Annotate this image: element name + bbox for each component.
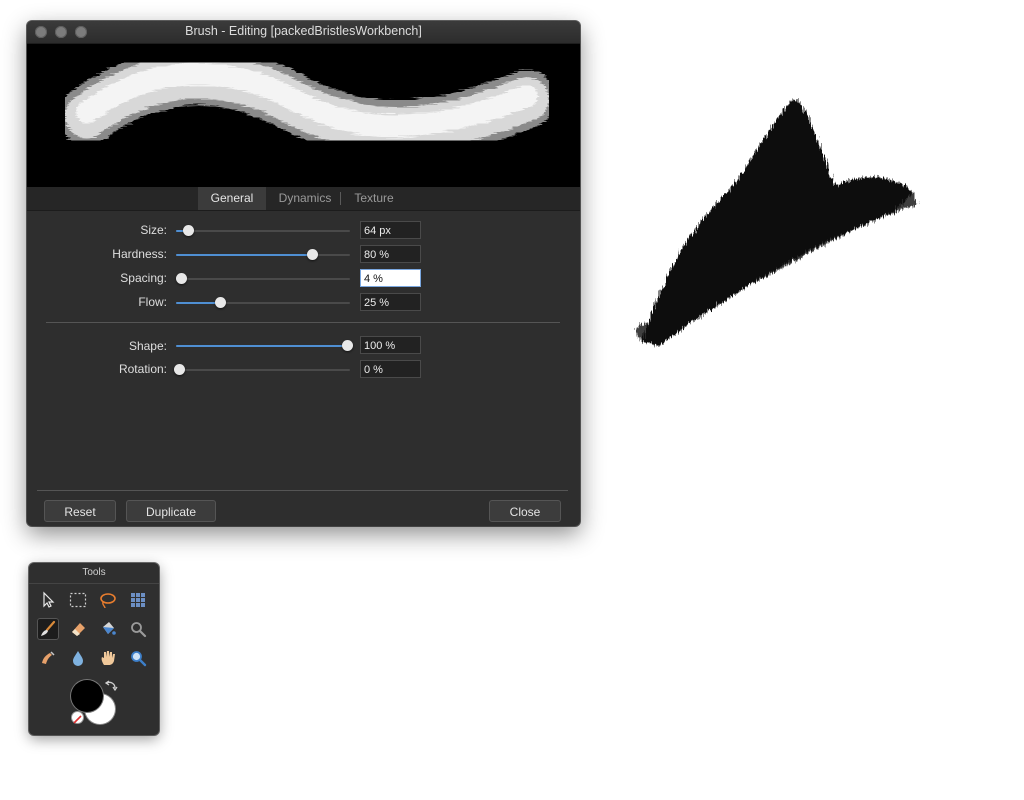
paint-bucket-icon[interactable] xyxy=(97,618,119,640)
close-button[interactable]: Close xyxy=(489,500,561,522)
lasso-icon[interactable] xyxy=(97,589,119,611)
shape-value-field[interactable]: 100 % xyxy=(360,336,421,354)
spacing-slider-thumb[interactable] xyxy=(176,273,188,284)
paint-brush-icon[interactable] xyxy=(37,618,59,640)
size-value-field[interactable]: 64 px xyxy=(360,221,421,239)
hardness-value-field[interactable]: 80 % xyxy=(360,245,421,263)
hand-icon[interactable] xyxy=(97,647,119,669)
smudge-icon[interactable] xyxy=(37,647,59,669)
hardness-slider[interactable] xyxy=(176,249,350,260)
spacing-value-field[interactable]: 4 % xyxy=(360,269,421,287)
tools-panel-title: Tools xyxy=(29,563,159,584)
blur-drop-icon[interactable] xyxy=(67,647,89,669)
flow-label: Flow: xyxy=(138,295,167,309)
canvas-brush-stroke xyxy=(634,98,917,345)
tab-bar: General Dynamics Texture xyxy=(27,187,580,211)
hardness-slider-thumb[interactable] xyxy=(306,249,318,260)
flow-slider-thumb[interactable] xyxy=(214,297,226,308)
size-slider[interactable] xyxy=(176,225,350,236)
flow-value-field[interactable]: 25 % xyxy=(360,293,421,311)
shape-label: Shape: xyxy=(128,339,167,353)
size-slider-thumb[interactable] xyxy=(183,225,195,236)
tools-panel: Tools xyxy=(29,563,159,735)
tab-dynamics[interactable]: Dynamics xyxy=(270,187,340,210)
rotation-slider-thumb[interactable] xyxy=(174,364,186,375)
primary-color-swatch[interactable] xyxy=(71,680,103,712)
zoom-icon[interactable] xyxy=(127,647,149,669)
rotation-label: Rotation: xyxy=(118,362,167,376)
section-divider xyxy=(46,322,560,323)
grid-icon[interactable] xyxy=(127,589,149,611)
flow-slider-fill xyxy=(176,302,220,304)
brush-stroke-preview xyxy=(27,44,580,187)
tab-general[interactable]: General xyxy=(198,187,266,210)
dialog-title: Brush - Editing [packedBristlesWorkbench… xyxy=(185,24,422,38)
hardness-label: Hardness: xyxy=(112,247,167,261)
pointer-icon[interactable] xyxy=(37,589,59,611)
shape-slider[interactable] xyxy=(176,340,353,351)
shape-slider-fill xyxy=(176,345,347,347)
spacing-label: Spacing: xyxy=(120,271,167,285)
swap-colors-icon[interactable] xyxy=(104,680,118,694)
flow-slider[interactable] xyxy=(176,297,350,308)
tab-separator xyxy=(340,192,341,205)
eraser-icon[interactable] xyxy=(67,618,89,640)
rotation-value-field[interactable]: 0 % xyxy=(360,360,421,378)
tab-texture[interactable]: Texture xyxy=(343,187,405,210)
dialog-titlebar[interactable]: Brush - Editing [packedBristlesWorkbench… xyxy=(27,21,580,44)
shape-slider-thumb[interactable] xyxy=(341,340,353,351)
reset-button[interactable]: Reset xyxy=(44,500,116,522)
duplicate-button[interactable]: Duplicate xyxy=(126,500,216,522)
size-label: Size: xyxy=(140,223,167,237)
magnifier-icon[interactable] xyxy=(127,618,149,640)
brush-editor-dialog: Brush - Editing [packedBristlesWorkbench… xyxy=(27,21,580,526)
rotation-slider[interactable] xyxy=(174,364,350,375)
hardness-slider-fill xyxy=(176,254,312,256)
rectangle-marquee-icon[interactable] xyxy=(67,589,89,611)
spacing-slider[interactable] xyxy=(176,273,350,284)
footer-divider xyxy=(37,490,568,491)
no-color-icon[interactable] xyxy=(72,712,83,724)
